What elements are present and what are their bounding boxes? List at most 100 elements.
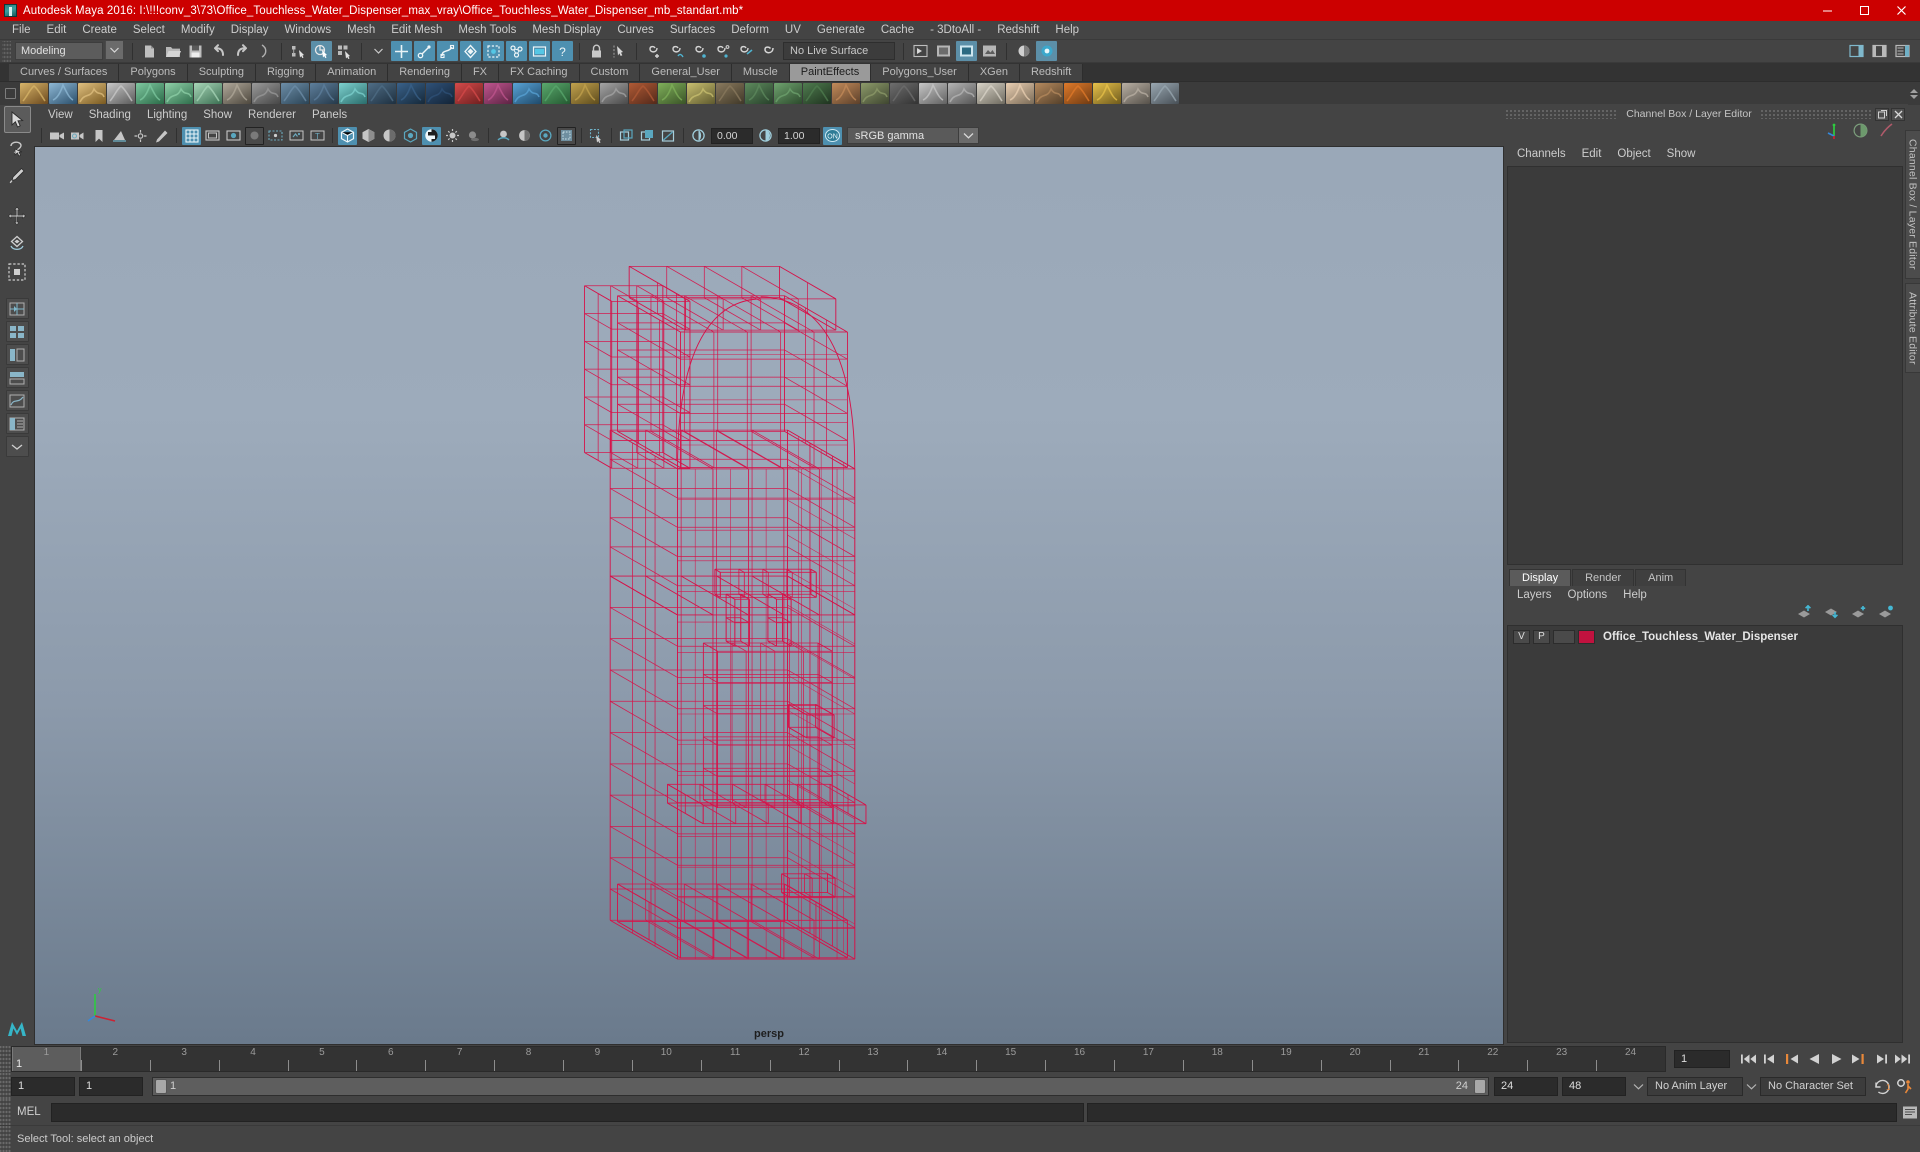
mask-curves-icon[interactable] <box>437 41 458 61</box>
quick-layout-hypergraph-button[interactable] <box>5 367 29 388</box>
sphere-shading-icon[interactable] <box>1852 122 1869 144</box>
menu-cache[interactable]: Cache <box>873 21 922 40</box>
manipulator-axis-icon[interactable] <box>1826 122 1843 144</box>
shelf-button-brush-shrub[interactable] <box>861 82 889 104</box>
camera-attributes-icon[interactable] <box>68 127 87 145</box>
quick-layout-outliner-button[interactable] <box>5 344 29 365</box>
shelf-button-brush-mesh[interactable] <box>919 82 947 104</box>
smooth-shade-icon[interactable] <box>359 127 378 145</box>
mask-joints-icon[interactable] <box>414 41 435 61</box>
image-plane-icon[interactable] <box>110 127 129 145</box>
shelf-tab-polygons-user[interactable]: Polygons_User <box>871 64 969 81</box>
render-current-frame-icon[interactable] <box>933 41 954 61</box>
animation-start-time-field[interactable]: 1 <box>11 1076 75 1096</box>
view-transform-dropdown[interactable]: sRGB gamma <box>847 127 959 144</box>
gamma-value-field[interactable]: 1.00 <box>778 127 820 144</box>
menu-help[interactable]: Help <box>1047 21 1087 40</box>
step-back-key-icon[interactable] <box>1760 1049 1780 1069</box>
tab-anim[interactable]: Anim <box>1635 568 1687 586</box>
shelf-tab-painteffects[interactable]: PaintEffects <box>789 64 872 81</box>
snap-point-icon[interactable] <box>689 41 710 61</box>
select-by-name-icon[interactable] <box>609 41 630 61</box>
menu-redshift[interactable]: Redshift <box>989 21 1047 40</box>
command-output-field[interactable] <box>1087 1102 1897 1122</box>
range-slider-control[interactable]: 1 24 <box>152 1076 1489 1096</box>
shelf-button-brush-spark[interactable] <box>1093 82 1121 104</box>
shelf-button-brush-hand[interactable] <box>1006 82 1034 104</box>
layer-playback-toggle[interactable]: P <box>1533 629 1550 644</box>
grease-pencil-icon[interactable] <box>152 127 171 145</box>
shelf-button-brush-flower-blue[interactable] <box>513 82 541 104</box>
open-render-view-icon[interactable] <box>910 41 931 61</box>
show-hide-attribute-editor-icon[interactable] <box>1869 41 1890 61</box>
film-gate-display-icon[interactable] <box>266 127 285 145</box>
shelf-tab-polygons[interactable]: Polygons <box>119 64 188 81</box>
shelf-button-brush-fern[interactable] <box>774 82 802 104</box>
mask-dropdown-icon[interactable] <box>368 41 389 61</box>
shelf-button-brush-ribbon[interactable] <box>49 82 77 104</box>
snap-view-plane-icon[interactable] <box>735 41 756 61</box>
playback-end-time-field[interactable]: 24 <box>1494 1076 1558 1096</box>
shelf-button-brush-bark[interactable] <box>716 82 744 104</box>
overflow-icon[interactable] <box>254 41 275 61</box>
menu-mesh[interactable]: Mesh <box>339 21 383 40</box>
playback-start-time-field[interactable]: 1 <box>79 1076 143 1096</box>
menu-set-dropdown[interactable]: Modeling <box>15 42 103 60</box>
mask-misc-icon[interactable]: ? <box>552 41 573 61</box>
shelf-button-brush-night[interactable] <box>426 82 454 104</box>
safe-action-icon[interactable] <box>287 127 306 145</box>
mask-dynamics-icon[interactable] <box>506 41 527 61</box>
quick-layout-four-view-button[interactable] <box>5 321 29 342</box>
script-editor-icon[interactable] <box>1900 1102 1920 1122</box>
display-layer-list[interactable]: V P Office_Touchless_Water_Dispenser <box>1507 624 1903 1043</box>
perspective-viewport[interactable]: y persp <box>34 146 1504 1045</box>
shelf-button-brush-hedge[interactable] <box>658 82 686 104</box>
paint-stroke-icon[interactable] <box>1878 122 1895 144</box>
shelf-tab-rendering[interactable]: Rendering <box>388 64 462 81</box>
maximize-button[interactable] <box>1846 0 1883 21</box>
lasso-tool-button[interactable] <box>4 134 31 161</box>
command-line-grip[interactable] <box>0 1099 11 1125</box>
range-slider-grip[interactable] <box>0 1073 11 1099</box>
viewport-menu-panels[interactable]: Panels <box>304 106 355 125</box>
statusline-grip[interactable] <box>2 40 11 62</box>
menu-modify[interactable]: Modify <box>173 21 223 40</box>
close-panel-button[interactable] <box>1891 107 1905 121</box>
shelf-button-brush-fire[interactable] <box>1064 82 1092 104</box>
time-slider-grip[interactable] <box>0 1046 11 1072</box>
shelf-scroll-arrows[interactable] <box>1908 82 1920 105</box>
menu-deform[interactable]: Deform <box>723 21 777 40</box>
shelf-button-brush-wheat[interactable] <box>571 82 599 104</box>
snap-grid-icon[interactable] <box>643 41 664 61</box>
animation-end-time-field[interactable]: 48 <box>1562 1076 1626 1096</box>
shelf-button-brush-glow[interactable] <box>339 82 367 104</box>
gamma-icon[interactable] <box>756 127 775 145</box>
play-backwards-icon[interactable] <box>1804 1049 1824 1069</box>
layer-menu-options[interactable]: Options <box>1560 586 1616 605</box>
rotate-tool-button[interactable] <box>4 230 31 257</box>
go-to-end-icon[interactable] <box>1892 1049 1912 1069</box>
shelf-tab-redshift[interactable]: Redshift <box>1019 64 1084 81</box>
anim-layer-dropdown[interactable]: No Anim Layer <box>1647 1076 1743 1096</box>
exposure-value-field[interactable]: 0.00 <box>711 127 753 144</box>
redo-icon[interactable] <box>231 41 252 61</box>
shelf-tab-general-user[interactable]: General_User <box>640 64 732 81</box>
channel-box-content[interactable] <box>1507 166 1903 565</box>
isolate-select-icon[interactable] <box>587 127 606 145</box>
command-language-label[interactable]: MEL <box>11 1106 51 1118</box>
shelf-button-brush-wood[interactable] <box>629 82 657 104</box>
shelf-button-brush-water[interactable] <box>281 82 309 104</box>
current-frame-field[interactable]: 1 <box>1674 1050 1730 1068</box>
xray-icon[interactable] <box>617 127 636 145</box>
depth-of-field-icon[interactable] <box>557 126 576 145</box>
close-button[interactable] <box>1883 0 1920 21</box>
menu-create[interactable]: Create <box>74 21 125 40</box>
shelf-button-brush-rock[interactable] <box>600 82 628 104</box>
shelf-button-brush-bush[interactable] <box>745 82 773 104</box>
show-hide-modeling-toolkit-icon[interactable] <box>1846 41 1867 61</box>
quick-layout-persp-outliner-button[interactable] <box>5 413 29 434</box>
shelf-button-brush-flower-pink[interactable] <box>484 82 512 104</box>
range-start-handle[interactable] <box>155 1078 167 1094</box>
shelf-button-brush-branch[interactable] <box>832 82 860 104</box>
shelf-button-brush-fur[interactable] <box>1035 82 1063 104</box>
